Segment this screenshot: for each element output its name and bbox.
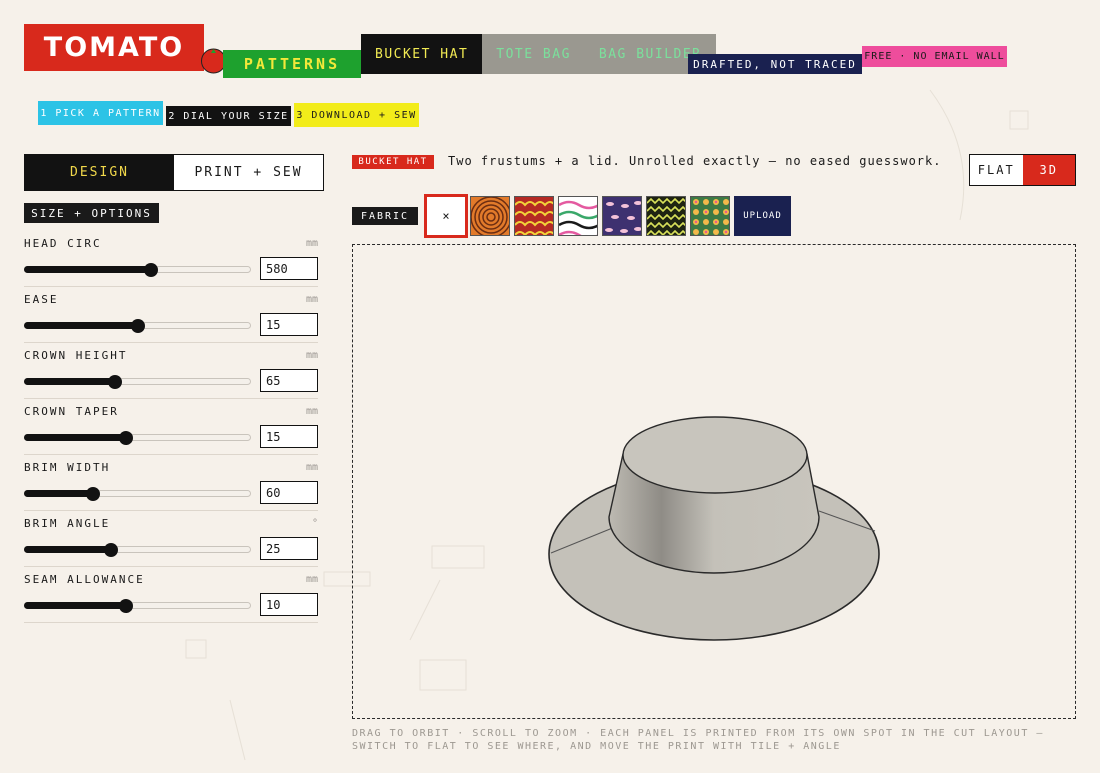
param-unit: mm — [305, 350, 318, 361]
pattern-nav: BUCKET HAT TOTE BAG BAG BUILDER — [361, 34, 716, 74]
nav-tote-bag[interactable]: TOTE BAG — [482, 34, 585, 74]
fabric-swatch-red-scallops[interactable] — [514, 196, 554, 236]
head-circ-input[interactable]: 580 — [260, 257, 318, 280]
brim-angle-input[interactable]: 25 — [260, 537, 318, 560]
param-crown-height: CROWN HEIGHT mm 65 — [24, 343, 318, 399]
nav-bucket-hat[interactable]: BUCKET HAT — [361, 34, 483, 74]
fabric-swatch-green-flowers[interactable] — [690, 196, 730, 236]
param-label: BRIM ANGLE — [24, 517, 111, 530]
pattern-badge: BUCKET HAT — [352, 155, 434, 169]
param-ease: EASE mm 15 — [24, 287, 318, 343]
drafted-tag: DRAFTED, NOT TRACED — [688, 54, 862, 74]
section-title: SIZE + OPTIONS — [24, 203, 159, 223]
tab-design[interactable]: DESIGN — [25, 155, 174, 190]
crown-height-slider[interactable] — [24, 375, 251, 389]
bucket-hat-model — [548, 416, 880, 641]
pattern-description: Two frustums + a lid. Unrolled exactly —… — [448, 154, 942, 168]
slider-knob[interactable] — [108, 375, 122, 389]
slider-fill — [24, 602, 126, 609]
view-3d-button[interactable]: 3D — [1022, 155, 1075, 185]
param-unit: mm — [305, 574, 318, 585]
param-brim-angle: BRIM ANGLE ° 25 — [24, 511, 318, 567]
crown-taper-input[interactable]: 15 — [260, 425, 318, 448]
crown-taper-slider[interactable] — [24, 431, 251, 445]
param-label: SEAM ALLOWANCE — [24, 573, 145, 586]
panel-tabs: DESIGN PRINT + SEW — [24, 154, 324, 191]
param-unit: mm — [305, 294, 318, 305]
param-label: EASE — [24, 293, 59, 306]
view-toggle: FLAT 3D — [969, 154, 1076, 186]
tab-print-sew[interactable]: PRINT + SEW — [174, 155, 323, 190]
slider-fill — [24, 266, 150, 273]
brim-width-input[interactable]: 60 — [260, 481, 318, 504]
fabric-none-swatch[interactable]: × — [424, 194, 468, 238]
ease-slider[interactable] — [24, 319, 251, 333]
param-seam-allowance: SEAM ALLOWANCE mm 10 — [24, 567, 318, 623]
param-label: HEAD CIRC — [24, 237, 102, 250]
free-tag: FREE · NO EMAIL WALL — [862, 46, 1007, 67]
param-label: BRIM WIDTH — [24, 461, 111, 474]
viewport-hint: DRAG TO ORBIT · SCROLL TO ZOOM · EACH PA… — [352, 728, 1044, 752]
slider-knob[interactable] — [103, 543, 118, 557]
param-brim-width: BRIM WIDTH mm 60 — [24, 455, 318, 511]
brim-angle-slider[interactable] — [24, 543, 251, 557]
param-unit: mm — [305, 406, 318, 417]
fabric-swatch-olive-zigzag[interactable] — [646, 196, 686, 236]
step-pick-pattern: 1 PICK A PATTERN — [38, 101, 163, 125]
brand-subtitle: PATTERNS — [223, 50, 361, 78]
param-crown-taper: CROWN TAPER mm 15 — [24, 399, 318, 455]
param-unit: mm — [305, 462, 318, 473]
seam-allowance-input[interactable]: 10 — [260, 593, 318, 616]
param-label: CROWN TAPER — [24, 405, 119, 418]
crown-height-input[interactable]: 65 — [260, 369, 318, 392]
seam-allowance-slider[interactable] — [24, 599, 251, 613]
slider-fill — [24, 490, 92, 497]
brand-logo[interactable]: TOMATO — [24, 24, 204, 71]
param-head-circ: HEAD CIRC mm 580 — [24, 231, 318, 287]
param-unit: mm — [305, 238, 318, 249]
close-icon: × — [442, 209, 450, 223]
slider-knob[interactable] — [119, 431, 134, 445]
slider-fill — [24, 378, 114, 385]
brim-width-slider[interactable] — [24, 487, 251, 501]
slider-fill — [24, 434, 126, 441]
hat-3d-viewport[interactable] — [352, 244, 1076, 719]
head-circ-slider[interactable] — [24, 263, 251, 277]
param-label: CROWN HEIGHT — [24, 349, 128, 362]
size-params: HEAD CIRC mm 580 EASE mm 15 CROWN HEIGHT… — [24, 231, 318, 623]
slider-knob[interactable] — [119, 599, 134, 613]
slider-fill — [24, 546, 110, 553]
fabric-swatch-pastel-zigzag[interactable] — [558, 196, 598, 236]
view-flat-button[interactable]: FLAT — [970, 155, 1023, 185]
step-dial-size: 2 DIAL YOUR SIZE — [166, 106, 291, 126]
upload-fabric-button[interactable]: UPLOAD — [734, 196, 791, 236]
step-download-sew: 3 DOWNLOAD + SEW — [294, 103, 419, 127]
slider-knob[interactable] — [130, 319, 145, 333]
fabric-label: FABRIC — [352, 207, 418, 225]
slider-knob[interactable] — [144, 263, 158, 277]
ease-input[interactable]: 15 — [260, 313, 318, 336]
slider-knob[interactable] — [85, 487, 100, 501]
slider-fill — [24, 322, 137, 329]
param-unit: ° — [311, 518, 318, 529]
fabric-swatch-purple-lips[interactable] — [602, 196, 642, 236]
fabric-swatch-orange-rings[interactable] — [470, 196, 510, 236]
